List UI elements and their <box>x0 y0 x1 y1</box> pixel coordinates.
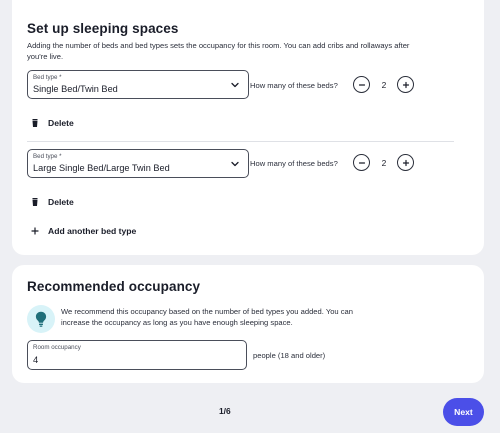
bed-quantity-value: 2 <box>381 158 387 168</box>
sleeping-spaces-card: Set up sleeping spaces Adding the number… <box>12 0 484 255</box>
bed-type-value: Single Bed/Twin Bed <box>33 84 118 94</box>
next-button[interactable]: Next <box>443 398 484 426</box>
trash-icon <box>32 119 38 127</box>
trash-icon <box>32 198 38 206</box>
room-occupancy-label: Room occupancy <box>33 344 81 351</box>
delete-label: Delete <box>48 197 74 207</box>
bed-quantity-label: How many of these beds? <box>250 159 338 168</box>
delete-bed-button[interactable]: Delete <box>30 116 74 130</box>
minus-icon <box>358 83 365 86</box>
chevron-down-icon <box>231 82 239 88</box>
bed-type-value: Large Single Bed/Large Twin Bed <box>33 163 170 173</box>
bed-type-label: Bed type * <box>33 153 62 160</box>
occupancy-info-text: We recommend this occupancy based on the… <box>61 306 353 328</box>
occupancy-suffix: people (18 and older) <box>253 351 326 360</box>
lightbulb-icon <box>35 311 47 327</box>
plus-icon <box>402 81 409 88</box>
bed-type-select-2[interactable]: Bed type * Large Single Bed/Large Twin B… <box>27 149 249 178</box>
sleeping-spaces-description: Adding the number of beds and bed types … <box>27 40 409 62</box>
info-bubble <box>27 305 55 333</box>
description-line-1: Adding the number of beds and bed types … <box>27 41 410 50</box>
delete-label: Delete <box>48 118 74 128</box>
bed-type-select-1[interactable]: Bed type * Single Bed/Twin Bed <box>27 70 249 99</box>
bed-quantity-value: 2 <box>381 80 387 90</box>
info-line-2: increase the occupancy as long as you ha… <box>61 318 293 327</box>
sleeping-spaces-title: Set up sleeping spaces <box>27 21 179 36</box>
chevron-down-icon <box>231 161 239 167</box>
decrement-beds-button[interactable] <box>353 154 370 171</box>
plus-icon <box>402 159 409 166</box>
add-bed-type-label: Add another bed type <box>48 226 137 236</box>
bed-type-label: Bed type * <box>33 74 62 81</box>
info-line-1: We recommend this occupancy based on the… <box>61 307 353 316</box>
plus-icon <box>31 227 39 235</box>
delete-bed-button[interactable]: Delete <box>30 195 74 209</box>
description-line-2: you're live. <box>27 52 64 61</box>
divider <box>27 141 454 142</box>
increment-beds-button[interactable] <box>397 154 414 171</box>
recommended-occupancy-card: Recommended occupancy We recommend this … <box>12 265 484 383</box>
room-occupancy-input[interactable]: Room occupancy 4 <box>27 340 247 370</box>
minus-icon <box>358 161 365 164</box>
add-bed-type-button[interactable]: Add another bed type <box>30 224 136 238</box>
room-occupancy-value: 4 <box>33 354 39 365</box>
decrement-beds-button[interactable] <box>353 76 370 93</box>
increment-beds-button[interactable] <box>397 76 414 93</box>
page-indicator: 1/6 <box>219 406 231 416</box>
occupancy-title: Recommended occupancy <box>27 279 201 294</box>
bed-quantity-label: How many of these beds? <box>250 81 338 90</box>
